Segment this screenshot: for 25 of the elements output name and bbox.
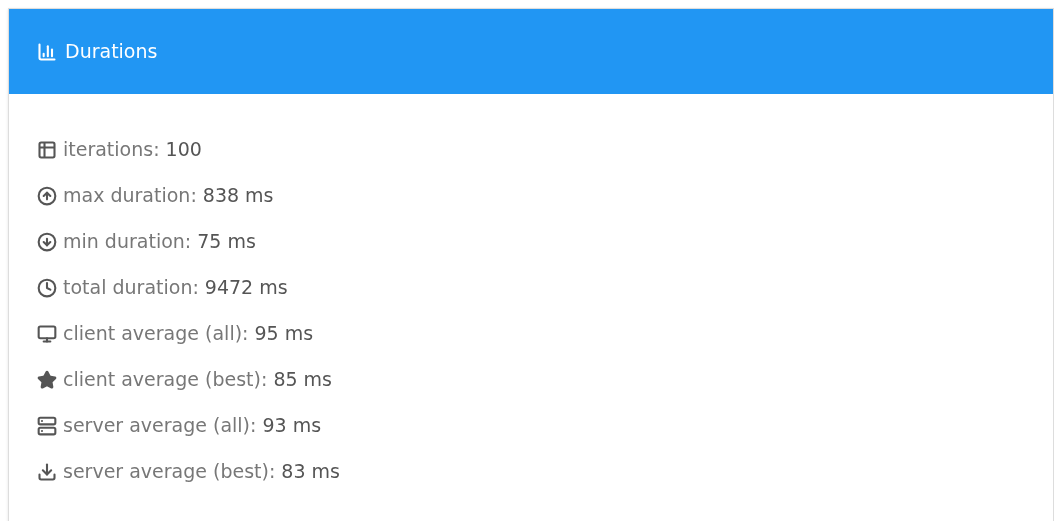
stat-value: 838 ms [202, 183, 274, 209]
stat-value: 100 [165, 137, 202, 163]
stat-label: iterations: [63, 137, 160, 163]
stat-label: client average (all): [63, 321, 249, 347]
star-icon [37, 369, 57, 390]
stat-label: total duration: [63, 275, 199, 301]
stat-value: 9472 ms [204, 275, 288, 301]
stat-value: 75 ms [197, 229, 256, 255]
stat-value: 95 ms [254, 321, 314, 347]
stat-value: 85 ms [273, 367, 332, 393]
stat-label: server average (best): [63, 459, 276, 485]
stat-label: server average (all): [63, 413, 257, 439]
stat-label: max duration: [63, 183, 197, 209]
download-icon [37, 461, 57, 482]
clock-icon [37, 277, 57, 298]
stat-label: min duration: [63, 229, 192, 255]
stat-value: 93 ms [262, 413, 322, 439]
arrow-down-circle-icon [37, 231, 57, 252]
bar-chart-icon [37, 41, 57, 62]
server-icon [37, 415, 57, 436]
panel-title: Durations [65, 39, 158, 65]
stat-value: 83 ms [281, 459, 340, 485]
stat-label: client average (best): [63, 367, 268, 393]
monitor-icon [37, 323, 57, 344]
arrow-up-circle-icon [37, 185, 57, 206]
